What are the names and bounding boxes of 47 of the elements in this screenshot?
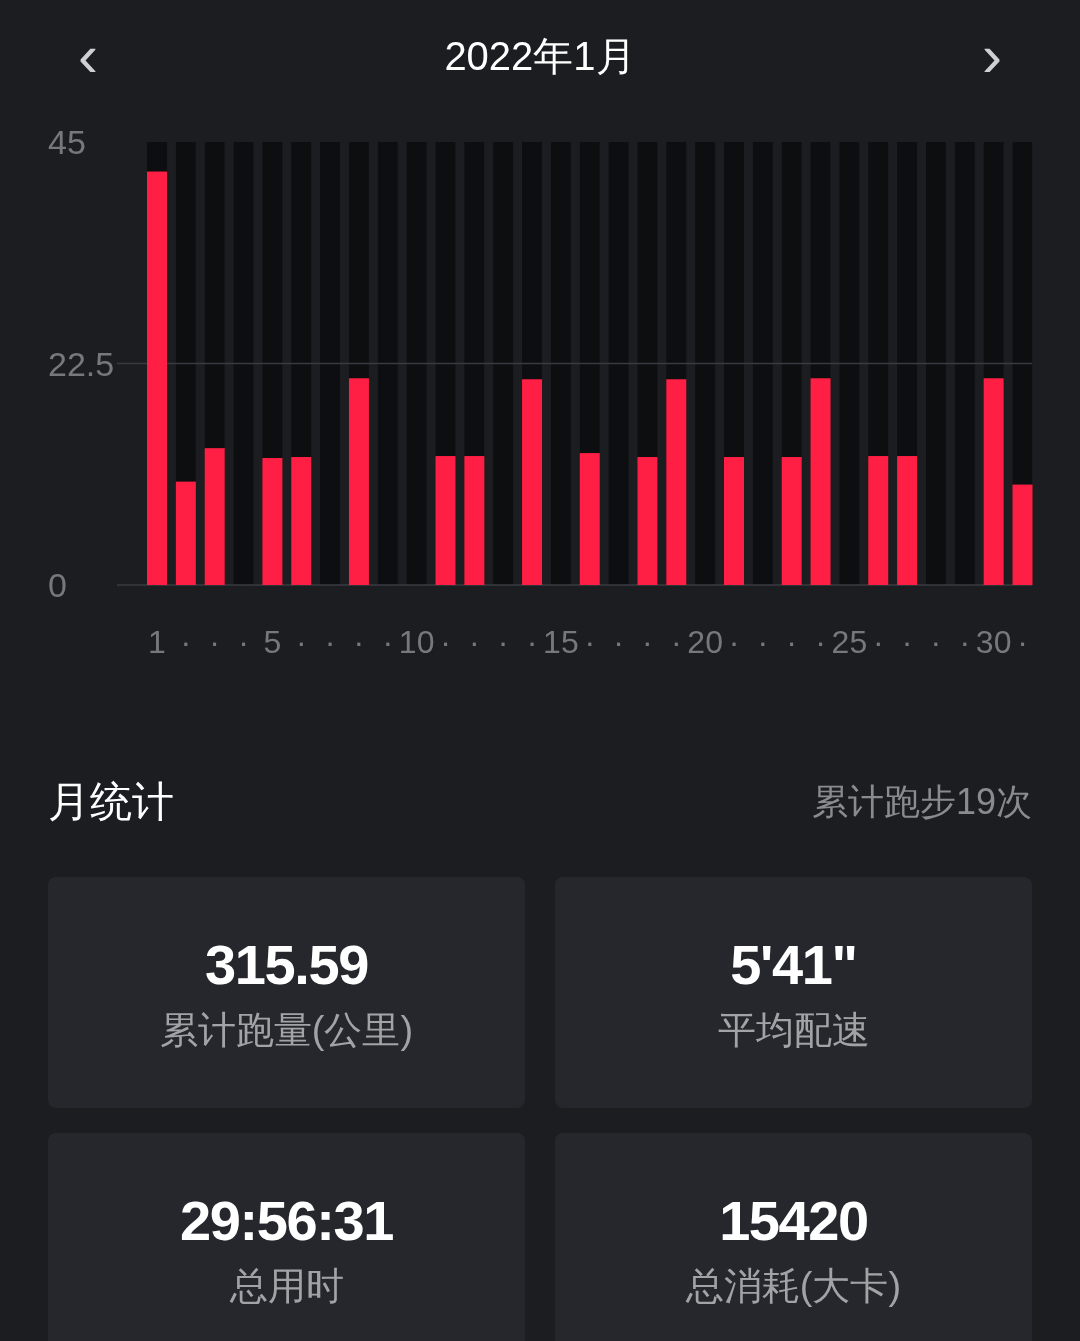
x-axis-label: · bbox=[613, 624, 624, 660]
x-axis-label: · bbox=[1017, 624, 1028, 660]
x-axis-label: · bbox=[670, 624, 682, 660]
stat-value: 5'41" bbox=[730, 936, 857, 993]
x-axis-label: · bbox=[959, 624, 971, 660]
stat-label: 总用时 bbox=[229, 1266, 344, 1305]
x-axis-label: · bbox=[440, 624, 451, 660]
y-axis-label: 45 bbox=[48, 123, 86, 161]
stat-value: 15420 bbox=[719, 1192, 868, 1249]
x-axis-label: · bbox=[930, 624, 942, 660]
previous-month-button[interactable]: ‹ bbox=[68, 26, 108, 86]
stat-value: 315.59 bbox=[205, 936, 368, 993]
month-title: 2022年1月 bbox=[444, 33, 636, 80]
x-axis-label: · bbox=[815, 624, 826, 660]
stat-label: 平均配速 bbox=[717, 1010, 870, 1049]
x-axis-label: · bbox=[584, 624, 596, 660]
section-title: 月统计 bbox=[48, 777, 174, 827]
x-axis-label: · bbox=[642, 624, 653, 660]
x-axis-label: · bbox=[901, 624, 913, 660]
y-axis-label: 0 bbox=[48, 566, 67, 604]
x-axis-label: 25 bbox=[831, 624, 868, 660]
x-axis-label: 20 bbox=[687, 624, 723, 660]
stat-value: 29:56:31 bbox=[180, 1192, 393, 1249]
next-month-button[interactable]: › bbox=[972, 26, 1012, 86]
x-axis-label: · bbox=[786, 624, 798, 660]
x-axis-label: · bbox=[353, 624, 365, 660]
x-axis-label: 1 bbox=[148, 624, 166, 660]
y-axis-label: 22.5 bbox=[48, 344, 115, 383]
x-axis-label: · bbox=[180, 624, 192, 660]
x-axis-label: · bbox=[382, 624, 394, 660]
x-axis-label: · bbox=[757, 624, 769, 660]
x-axis-label: · bbox=[728, 624, 740, 660]
x-axis-label: 5 bbox=[263, 624, 282, 660]
x-axis-label: 30 bbox=[975, 624, 1012, 660]
x-axis-label: · bbox=[238, 624, 249, 660]
run-count: 累计跑步19次 bbox=[811, 779, 1032, 824]
x-axis-label: · bbox=[209, 624, 221, 660]
x-axis-label: · bbox=[526, 624, 538, 660]
stat-label: 总消耗(大卡) bbox=[685, 1266, 902, 1305]
x-axis-label: · bbox=[324, 624, 336, 660]
x-axis-label: · bbox=[872, 624, 884, 660]
x-axis-label: · bbox=[469, 624, 480, 660]
x-axis-label: 10 bbox=[398, 624, 435, 660]
x-axis-label: · bbox=[497, 624, 509, 660]
x-axis-label: 15 bbox=[543, 624, 579, 660]
stat-label: 累计跑量(公里) bbox=[159, 1010, 414, 1049]
x-axis-label: · bbox=[295, 624, 307, 660]
